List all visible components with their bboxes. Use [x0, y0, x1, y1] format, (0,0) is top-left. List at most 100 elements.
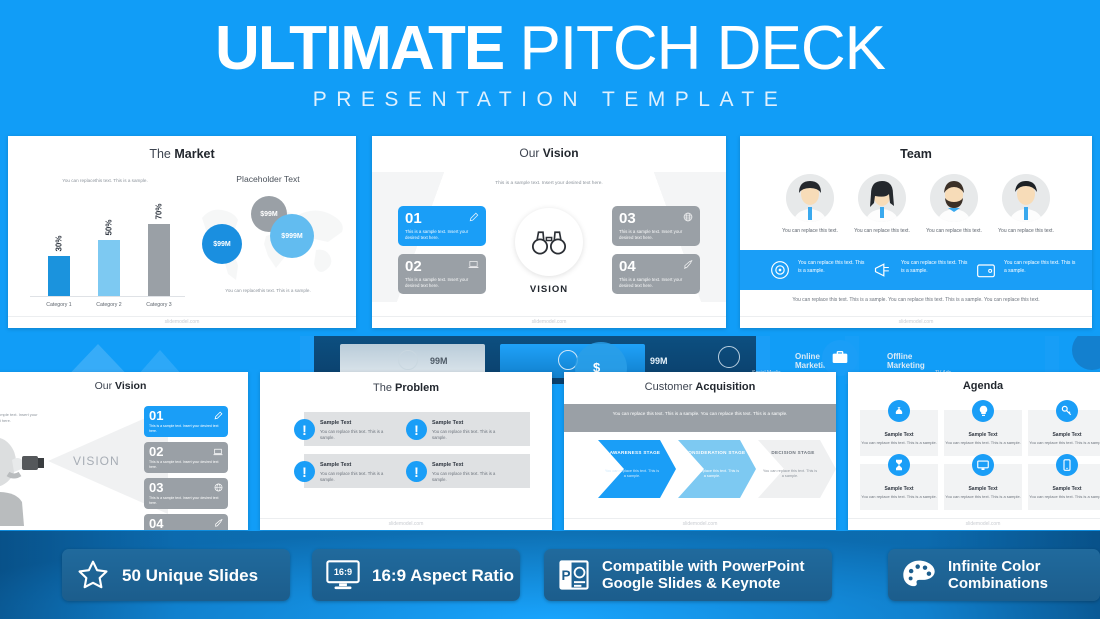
vision-word: VISION [529, 284, 569, 295]
agenda-card-text: You can replace this text. This is a sam… [945, 494, 1021, 499]
star-icon [76, 558, 110, 592]
bar-category-label: Category 1 [46, 302, 72, 308]
slide-our-vision[interactable]: Our Vision This is a sample text. Insert… [372, 136, 726, 328]
vision2-item-number: 01 [149, 408, 164, 423]
team-footer-text: You can replace this text. This is a sam… [792, 297, 1040, 303]
slide-title: Agenda [962, 380, 1004, 392]
feature-infinite-colors[interactable]: Infinite Color Combinations [888, 549, 1100, 601]
laptop-icon [468, 261, 479, 268]
vision2-item-02[interactable]: 02 This is a sample text. Insert your de… [144, 442, 228, 473]
vision2-item-01[interactable]: 01 This is a sample text. Insert your de… [144, 406, 228, 437]
exclamation-icon: ! [406, 461, 427, 482]
feature-label-line1: Compatible with PowerPoint [602, 558, 805, 575]
vision2-item-03[interactable]: 03 This is a sample text. Insert your de… [144, 478, 228, 509]
person-with-binoculars-icon [0, 437, 44, 526]
megaphone-icon [874, 263, 889, 277]
bar-value-label: 30% [54, 235, 64, 252]
map-note: You can replacethis text. This is a samp… [225, 288, 311, 293]
vision-word: VISION [73, 454, 120, 468]
feature-label: Infinite Color Combinations [948, 558, 1048, 592]
slide-title-bold: Market [174, 147, 215, 161]
avatar-caption: You can replace this text. [926, 228, 982, 234]
rocket-icon [684, 260, 693, 269]
avatar-caption: You can replace this text. [854, 228, 910, 234]
decor-label: 99M [650, 356, 668, 366]
pencil-icon [214, 411, 223, 420]
problem-card-text: You can replace this text. This is a sam… [320, 471, 384, 482]
aspect-badge-text: 16:9 [334, 567, 352, 577]
globe-icon [214, 483, 223, 492]
slide-footer: slidemodel.com [848, 518, 1100, 527]
vision-item-number: 03 [619, 210, 636, 227]
page-subtitle: PRESENTATION TEMPLATE [312, 88, 788, 111]
powerpoint-icon: P [558, 559, 590, 591]
agenda-card-heading: Sample Text [884, 432, 914, 438]
feature-compatible[interactable]: P Compatible with PowerPoint Google Slid… [544, 549, 832, 601]
laptop-icon [213, 448, 223, 456]
briefcase-icon [832, 351, 848, 363]
bar-category-label: Category 2 [96, 302, 122, 308]
problem-card-text: You can replace this text. This is a sam… [432, 429, 496, 440]
slide-title-light: Customer [644, 381, 696, 393]
lightbulb-icon [972, 400, 994, 422]
vision-item-03[interactable]: 03 This is a sample text. Insert your de… [612, 206, 700, 246]
problem-card-heading: Sample Text [432, 420, 464, 426]
placeholder-title: Placeholder Text [236, 174, 300, 184]
vision-item-text: This is a sample text. Insert your desir… [405, 229, 469, 240]
slide-the-market[interactable]: The Market You can replacethis text. Thi… [8, 136, 356, 328]
slide-team[interactable]: Team You can replace this text. You can … [740, 136, 1092, 328]
feature-50-unique-slides[interactable]: 50 Unique Slides [62, 549, 290, 601]
vision-item-04[interactable]: 04 This is a sample text. Insert your de… [612, 254, 700, 294]
key-icon [1056, 400, 1078, 422]
vision-item-02[interactable]: 02 This is a sample text. Insert your de… [398, 254, 486, 294]
monitor-icon [972, 454, 994, 476]
slide-title: The Problem [260, 382, 552, 394]
slide-title: Our Vision [372, 146, 726, 160]
stage-heading-1: AWARENESS STAGE [609, 450, 661, 455]
problem-card-heading: Sample Text [432, 462, 464, 468]
slide-footer: slidemodel.com [260, 518, 552, 527]
slide-title-bold: Vision [115, 380, 147, 392]
slide-our-vision-2[interactable]: Our Vision VISION This is a sample text.… [0, 372, 248, 530]
slide-footer: slidemodel.com [564, 518, 836, 527]
slide-title: Customer Acquisition [564, 381, 836, 393]
wallet-icon [977, 264, 995, 278]
slide-the-problem[interactable]: The Problem ! Sample Text You can replac… [260, 372, 552, 530]
agenda-card-text: You can replace this text. This is a sam… [861, 440, 937, 445]
vision-item-01[interactable]: 01 This is a sample text. Insert your de… [398, 206, 486, 246]
vision-note: This is a sample text. Insert your desir… [0, 412, 38, 423]
agenda-card-text: You can replace this text. This is a sam… [945, 440, 1021, 445]
vision2-item-04[interactable]: 04 This is a sample text. Insert your de… [144, 514, 228, 530]
bar-category-label: Category 3 [146, 302, 172, 308]
decor-bubble [1072, 336, 1100, 370]
avatar-caption: You can replace this text. [998, 228, 1054, 234]
monitor-169-icon: 16:9 [326, 560, 360, 590]
avatar [786, 174, 834, 222]
slide-customer-acquisition[interactable]: Customer Acquisition You can replace thi… [564, 372, 836, 530]
avatar [1002, 174, 1050, 222]
bar-value-label: 50% [104, 219, 114, 236]
stage-text-2: You can replace this text. This is a sam… [684, 469, 740, 478]
agenda-card-heading: Sample Text [968, 432, 998, 438]
slide-agenda[interactable]: Agenda Sample Text You can replace this … [848, 372, 1100, 530]
vision2-item-text: This is a sample text. Insert your desir… [149, 424, 219, 433]
avatar-caption: You can replace this text. [782, 228, 838, 234]
stage-heading-3: DECISION STAGE [771, 450, 815, 455]
hourglass-icon [888, 454, 910, 476]
slide-footer: slidemodel.com [372, 316, 726, 325]
slide-title-light: Our [519, 146, 543, 160]
vision2-item-text: This is a sample text. Insert your desir… [149, 460, 219, 469]
avatar [858, 174, 906, 222]
pencil-icon [469, 212, 479, 222]
team-band-text: You can replace this text. This is a sam… [1004, 260, 1076, 274]
agenda-card-heading: Sample Text [1052, 486, 1082, 492]
slide-footer: slidemodel.com [740, 316, 1092, 325]
feature-aspect-ratio[interactable]: 16:9 16:9 Aspect Ratio [312, 549, 520, 601]
vision2-item-number: 03 [149, 480, 164, 495]
decor-label: Offline Marketing [887, 352, 925, 370]
decor-circle-icon [398, 350, 418, 370]
feature-label-line2: Google Slides & Keynote [602, 575, 781, 592]
stage-text-1: You can replace this text. This is a sam… [604, 469, 660, 478]
mobile-icon [1056, 454, 1078, 476]
problem-card-heading: Sample Text [320, 420, 352, 426]
